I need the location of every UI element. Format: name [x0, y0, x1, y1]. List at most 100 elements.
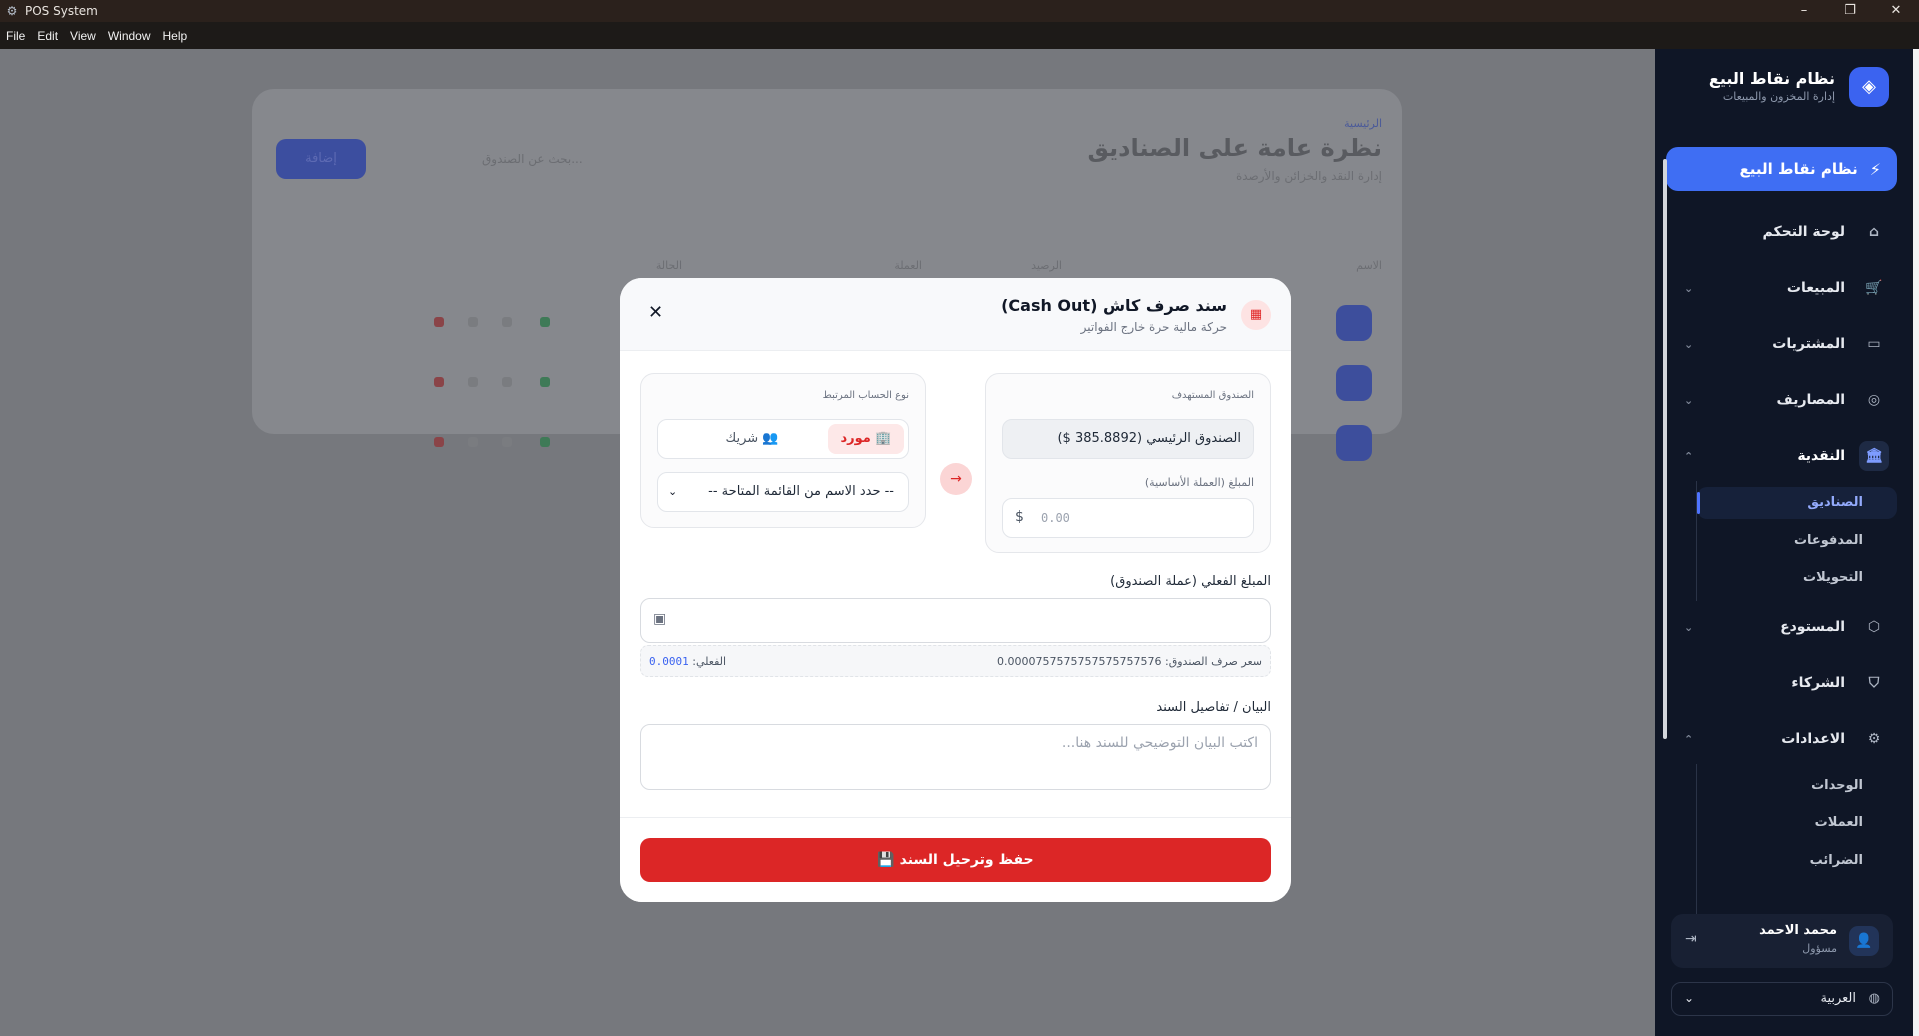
view-icon — [502, 317, 512, 327]
search-input: بحث عن الصندوق... — [482, 152, 583, 166]
exchange-rate-label: سعر صرف الصندوق: — [1165, 655, 1262, 668]
layers-icon: ◈ — [1849, 67, 1889, 107]
chevron-down-icon: ⌄ — [1684, 393, 1694, 407]
pos-button[interactable]: ⚡ نظام نقاط البيع — [1666, 147, 1897, 191]
sidebar-item-dashboard[interactable]: ⌂ لوحة التحكم — [1666, 212, 1897, 252]
sidebar-item-label: المستودع — [1780, 619, 1845, 635]
supplier-option[interactable]: 🏢 مورد — [828, 424, 904, 454]
save-post-button[interactable]: حفظ وترحيل السند 💾 — [640, 838, 1271, 882]
description-textarea[interactable]: اكتب البيان التوضيحي للسند هنا... — [640, 724, 1271, 790]
page-subtitle: إدارة النقد والخزائن والأرصدة — [1235, 169, 1382, 183]
column-header: العملة — [894, 259, 922, 272]
account-type-toggle: 🏢 مورد 👥 شريك — [657, 419, 909, 459]
edit-icon — [468, 377, 478, 387]
modal-header: ▦ سند صرف كاش (Cash Out) حركة مالية حرة … — [620, 278, 1291, 351]
cash-out-modal: ▦ سند صرف كاش (Cash Out) حركة مالية حرة … — [620, 278, 1291, 902]
edit-icon — [468, 317, 478, 327]
sidebar-item-warehouse[interactable]: ⬡ المستودع ⌄ — [1666, 607, 1897, 647]
supplier-label: مورد — [840, 431, 871, 446]
language-label: العربية — [1820, 991, 1856, 1006]
partner-option[interactable]: 👥 شريك — [714, 424, 790, 454]
sidebar-item-label: الشركاء — [1791, 675, 1845, 691]
sidebar-subitem-transfers[interactable]: التحويلات — [1697, 562, 1897, 594]
gear-icon: ⚙ — [1867, 731, 1881, 747]
menu-window[interactable]: Window — [108, 29, 151, 43]
handshake-icon: ⛉ — [1868, 675, 1880, 691]
sidebar-subitem-units[interactable]: الوحدات — [1697, 770, 1897, 802]
avatar — [1336, 305, 1372, 341]
sidebar-item-purchases[interactable]: ▭ المشتريات ⌄ — [1666, 324, 1897, 364]
sidebar-scrollbar[interactable] — [1663, 159, 1667, 739]
delete-icon — [434, 437, 444, 447]
account-type-label: نوع الحساب المرتبط — [822, 390, 909, 401]
sidebar-item-expenses[interactable]: ◎ المصاريف ⌄ — [1666, 380, 1897, 420]
breadcrumb: الرئيسية — [1344, 117, 1382, 130]
chevron-up-icon: ⌃ — [1684, 449, 1694, 463]
status-dot — [540, 437, 550, 447]
modal-subtitle: حركة مالية حرة خارج الفواتير — [1080, 320, 1227, 334]
exchange-rate-value: 0.0000757575757575757576 — [997, 655, 1162, 668]
menu-help[interactable]: Help — [163, 29, 188, 43]
close-window-button[interactable]: ✕ — [1873, 0, 1919, 22]
base-amount-input[interactable]: $ 0.00 — [1002, 498, 1254, 538]
brand-tagline: إدارة المخزون والمبيعات — [1722, 90, 1835, 103]
actual-amount-label: المبلغ الفعلي (عملة الصندوق) — [1110, 574, 1271, 589]
actual-value-label: الفعلي: — [692, 655, 727, 668]
save-icon: 💾 — [877, 852, 895, 868]
wallet-icon: ▣ — [653, 611, 667, 627]
sidebar-item-sales[interactable]: 🛒 المبيعات ⌄ — [1666, 268, 1897, 308]
target-cashbox-label: الصندوق المستهدف — [1171, 390, 1254, 401]
card-icon: ▭ — [1867, 336, 1881, 352]
sidebar-item-settings[interactable]: ⚙ الاعدادات ⌃ — [1666, 719, 1897, 759]
minimize-button[interactable]: – — [1781, 0, 1827, 22]
building-icon: ▦ — [1241, 300, 1271, 330]
status-dot — [540, 317, 550, 327]
delete-icon — [434, 377, 444, 387]
app-icon: ⚙ — [6, 4, 18, 18]
add-cashbox-button: إضافة — [276, 139, 366, 179]
delete-icon — [434, 317, 444, 327]
menu-edit[interactable]: Edit — [37, 29, 58, 43]
exchange-rate: سعر صرف الصندوق: 0.000075757575757575757… — [997, 655, 1262, 668]
window-scrollbar[interactable] — [1913, 49, 1919, 1036]
target-cashbox-field[interactable]: الصندوق الرئيسي (385.8892 $) — [1002, 419, 1254, 459]
sidebar-item-label: النقدية — [1797, 448, 1845, 464]
modal-footer: حفظ وترحيل السند 💾 — [620, 817, 1291, 902]
brand-name: نظام نقاط البيع — [1708, 69, 1835, 88]
sidebar-subitem-taxes[interactable]: الضرائب — [1697, 845, 1897, 877]
user-name: محمد الاحمد — [1759, 923, 1837, 938]
cart-icon: 🛒 — [1865, 280, 1883, 296]
restore-button[interactable]: ❐ — [1827, 0, 1873, 22]
menu-file[interactable]: File — [6, 29, 25, 43]
sidebar-item-cash[interactable]: 🏛 النقدية ⌃ — [1666, 436, 1897, 476]
column-header: الاسم — [1356, 259, 1382, 272]
save-label: حفظ وترحيل السند — [899, 852, 1034, 868]
bolt-icon: ⚡ — [1869, 159, 1881, 179]
sidebar-subitem-currencies[interactable]: العملات — [1697, 807, 1897, 839]
sidebar-subitem-cashboxes[interactable]: الصناديق — [1697, 487, 1897, 519]
chevron-down-icon: ⌄ — [1684, 337, 1694, 351]
account-name-select[interactable]: -- حدد الاسم من القائمة المتاحة -- ⌄ — [657, 472, 909, 512]
window-title: POS System — [25, 4, 98, 18]
sidebar-subitem-payments[interactable]: المدفوعات — [1697, 525, 1897, 557]
column-header: الرصيد — [1031, 259, 1062, 272]
user-card: 👤 محمد الاحمد مسؤول ⇥ — [1671, 914, 1893, 968]
actual-value: الفعلي: 0.0001 — [649, 655, 726, 668]
user-icon: 👤 — [1849, 926, 1879, 956]
exchange-rate-info: سعر صرف الصندوق: 0.000075757575757575757… — [640, 645, 1271, 677]
actual-amount-input[interactable]: ▣ — [640, 598, 1271, 643]
chevron-down-icon: ⌄ — [668, 485, 678, 498]
account-name-select-value: -- حدد الاسم من القائمة المتاحة -- — [708, 484, 894, 499]
page-title: نظرة عامة على الصناديق — [1087, 134, 1382, 162]
bank-icon: 🏛 — [1859, 441, 1889, 471]
logout-icon[interactable]: ⇥ — [1685, 931, 1697, 947]
box-icon: ⬡ — [1867, 619, 1881, 635]
sidebar-item-partners[interactable]: ⛉ الشركاء — [1666, 663, 1897, 703]
partner-label: شريك — [725, 431, 759, 446]
menu-view[interactable]: View — [70, 29, 96, 43]
home-icon: ⌂ — [1868, 224, 1880, 240]
language-select[interactable]: ◍ العربية ⌄ — [1671, 982, 1893, 1016]
close-icon[interactable]: ✕ — [648, 302, 663, 323]
status-dot — [540, 377, 550, 387]
chevron-down-icon: ⌄ — [1684, 991, 1695, 1005]
